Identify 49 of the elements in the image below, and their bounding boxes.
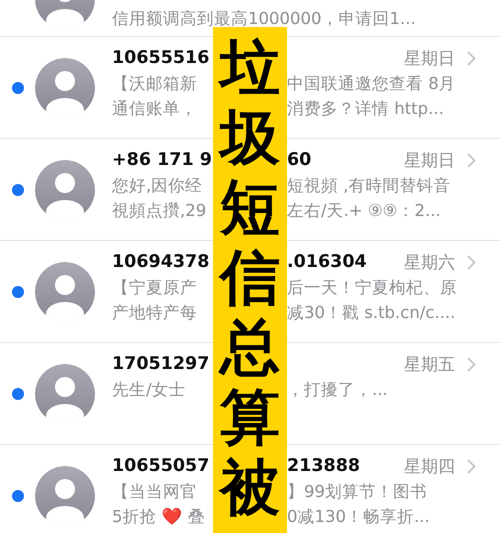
message-preview: ，打擾了，... [287, 379, 389, 401]
avatar-icon [35, 58, 95, 118]
message-preview: 0减130！畅享折... [287, 506, 431, 528]
sender-number: +86 171 9 [112, 149, 213, 172]
message-preview: 消费多？详情 http... [287, 98, 445, 120]
message-preview: 后一天！宁夏枸杞、原 [287, 277, 458, 299]
sender-number: 10694378 [112, 251, 210, 274]
banner-character: 圾 [220, 103, 280, 173]
sender-number: 17051297 [112, 353, 210, 376]
chevron-icon [467, 357, 476, 372]
banner-character: 总 [220, 313, 280, 383]
chevron-icon [467, 153, 476, 168]
banner-character: 被 [220, 453, 280, 523]
message-date: 星期四 [404, 456, 455, 478]
banner-character: 信 [220, 243, 280, 313]
banner-character: 垃 [220, 33, 280, 103]
message-preview: 左右/天.+ ⑨⑨：2... [287, 200, 442, 222]
message-preview: 視頻点攢,29 [112, 200, 208, 222]
message-preview: 您好,因你经 [112, 175, 204, 197]
chevron-icon [467, 459, 476, 474]
sender-number: 213888 [287, 455, 360, 478]
sender-number: 10655516 [112, 47, 210, 70]
avatar-icon [35, 466, 95, 526]
banner-character: 短 [220, 173, 280, 243]
avatar-icon [35, 262, 95, 322]
message-preview: 通信账单， [112, 98, 198, 120]
message-preview: 中国联通邀您查看 8月 [287, 73, 457, 95]
message-preview: 【当当网官 [112, 481, 198, 503]
message-preview: 减30！戳 s.tb.cn/c.... [287, 302, 456, 324]
avatar-icon [35, 160, 95, 220]
message-preview: 【宁夏原产 [112, 277, 198, 299]
message-date: 星期五 [404, 354, 455, 376]
chevron-icon [467, 51, 476, 66]
message-preview: 【沃邮箱新 [112, 73, 198, 95]
message-preview: 先生/女士 [112, 379, 187, 401]
message-preview: 信用额调高到最高1000000，申请回1... [112, 8, 417, 30]
sender-number: 60 [287, 149, 312, 172]
message-date: 星期六 [404, 252, 455, 274]
avatar-icon [35, 364, 95, 424]
banner-character: 算 [220, 383, 280, 453]
sender-number: .016304 [287, 251, 367, 274]
message-date: 星期日 [404, 48, 455, 70]
message-preview: 短視頻 ,有時間替钭音 [287, 175, 452, 197]
message-preview: 】99划算节！图书 [287, 481, 428, 503]
message-preview: 产地特产每 [112, 302, 198, 324]
sender-number: 10655057 [112, 455, 210, 478]
message-date: 星期日 [404, 150, 455, 172]
message-preview: 5折抢 ❤ 叠 [112, 506, 206, 528]
chevron-icon [467, 255, 476, 270]
